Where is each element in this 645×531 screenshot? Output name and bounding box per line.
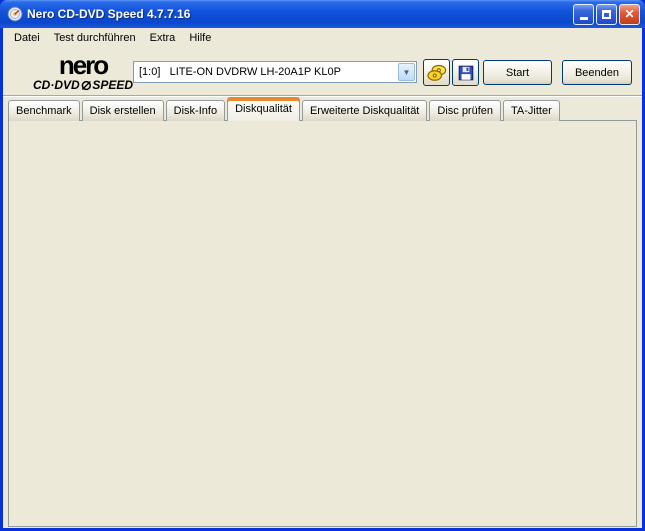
start-button[interactable]: Start xyxy=(483,60,552,85)
disc-icon xyxy=(81,80,92,91)
logo-cddvd: CD·DVD xyxy=(33,79,80,91)
tab-disk-info[interactable]: Disk-Info xyxy=(166,100,225,121)
tab-strip: Benchmark Disk erstellen Disk-Info Diskq… xyxy=(8,99,562,121)
tab-disk-erstellen[interactable]: Disk erstellen xyxy=(82,100,164,121)
close-button[interactable]: ✕ xyxy=(619,4,640,25)
close-icon: ✕ xyxy=(624,8,634,20)
chevron-down-icon[interactable]: ▼ xyxy=(398,63,415,81)
titlebar[interactable]: Nero CD-DVD Speed 4.7.7.16 ✕ xyxy=(0,0,645,28)
eject-disc-icon xyxy=(427,63,447,83)
tab-disc-pruefen[interactable]: Disc prüfen xyxy=(429,100,501,121)
app-window: Nero CD-DVD Speed 4.7.7.16 ✕ Datei Test … xyxy=(0,0,645,531)
menubar: Datei Test durchführen Extra Hilfe xyxy=(3,28,642,48)
menu-hilfe[interactable]: Hilfe xyxy=(182,30,218,46)
menu-extra[interactable]: Extra xyxy=(143,30,183,46)
nero-logo: nero CD·DVD SPEED xyxy=(33,52,133,91)
minimize-icon xyxy=(580,17,588,20)
diskqualitaet-page xyxy=(8,120,637,527)
logo-speed: SPEED xyxy=(92,79,133,91)
app-icon xyxy=(7,6,23,22)
toolbar-separator xyxy=(3,95,642,97)
tab-benchmark[interactable]: Benchmark xyxy=(8,100,80,121)
tab-erweiterte-diskqualitaet[interactable]: Erweiterte Diskqualität xyxy=(302,100,427,121)
eject-button[interactable] xyxy=(423,59,450,86)
window-title: Nero CD-DVD Speed 4.7.7.16 xyxy=(27,7,571,21)
maximize-icon xyxy=(602,10,611,19)
quit-button[interactable]: Beenden xyxy=(562,60,632,85)
maximize-button[interactable] xyxy=(596,4,617,25)
save-button[interactable] xyxy=(452,59,479,86)
save-icon xyxy=(457,64,475,82)
nero-logo-subtext: CD·DVD SPEED xyxy=(33,79,133,91)
nero-logo-text: nero xyxy=(33,52,133,78)
tab-ta-jitter[interactable]: TA-Jitter xyxy=(503,100,560,121)
menu-datei[interactable]: Datei xyxy=(7,30,47,46)
drive-select[interactable]: [1:0] LITE-ON DVDRW LH-20A1P KL0P ▼ xyxy=(133,61,417,83)
menu-test-durchfuehren[interactable]: Test durchführen xyxy=(47,30,143,46)
minimize-button[interactable] xyxy=(573,4,594,25)
drive-select-value: [1:0] LITE-ON DVDRW LH-20A1P KL0P xyxy=(134,66,397,78)
tab-diskqualitaet[interactable]: Diskqualität xyxy=(227,97,300,121)
